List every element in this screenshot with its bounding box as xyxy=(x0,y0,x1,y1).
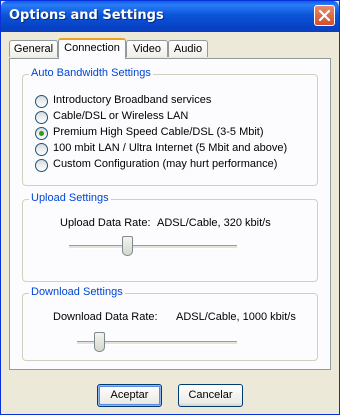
upload-settings-legend: Upload Settings xyxy=(29,192,111,204)
radio-button[interactable] xyxy=(35,111,48,124)
radio-label: Custom Configuration (may hurt performan… xyxy=(53,158,278,170)
accept-button[interactable]: Aceptar xyxy=(97,384,162,407)
connection-panel: Auto Bandwidth Settings Introductory Bro… xyxy=(9,58,331,370)
upload-slider-thumb[interactable] xyxy=(122,236,133,256)
tab-connection[interactable]: Connection xyxy=(58,38,126,59)
radio-button-selected[interactable] xyxy=(35,127,48,140)
download-settings-legend: Download Settings xyxy=(29,286,125,298)
upload-slider-track[interactable] xyxy=(69,245,237,249)
upload-settings-group: Upload Settings Upload Data Rate: ADSL/C… xyxy=(22,192,318,282)
radio-label: Premium High Speed Cable/DSL (3-5 Mbit) xyxy=(53,126,264,138)
window-title: Options and Settings xyxy=(9,8,164,23)
download-slider-thumb[interactable] xyxy=(94,332,105,352)
download-rate-label: Download Data Rate: xyxy=(53,311,158,323)
options-dialog: Options and Settings General Connection … xyxy=(0,0,340,415)
tab-audio[interactable]: Audio xyxy=(168,40,208,57)
upload-rate-label: Upload Data Rate: xyxy=(60,217,151,229)
radio-button[interactable] xyxy=(35,95,48,108)
close-button[interactable] xyxy=(314,5,335,26)
download-settings-group: Download Settings Download Data Rate: AD… xyxy=(22,286,318,361)
radio-label: 100 mbit LAN / Ultra Internet (5 Mbit an… xyxy=(53,142,288,154)
auto-bandwidth-group: Auto Bandwidth Settings Introductory Bro… xyxy=(22,67,318,186)
radio-button[interactable] xyxy=(35,143,48,156)
auto-bandwidth-legend: Auto Bandwidth Settings xyxy=(29,67,153,79)
radio-selected-dot xyxy=(39,131,44,136)
tab-general[interactable]: General xyxy=(9,40,58,57)
radio-button[interactable] xyxy=(35,159,48,172)
cancel-button[interactable]: Cancelar xyxy=(178,384,243,407)
title-bar[interactable]: Options and Settings xyxy=(1,1,339,32)
radio-label: Introductory Broadband services xyxy=(53,94,212,106)
radio-label: Cable/DSL or Wireless LAN xyxy=(53,110,189,122)
tab-video[interactable]: Video xyxy=(126,40,168,57)
close-icon xyxy=(318,9,331,22)
download-rate-value: ADSL/Cable, 1000 kbit/s xyxy=(176,311,296,323)
upload-rate-value: ADSL/Cable, 320 kbit/s xyxy=(157,217,271,229)
